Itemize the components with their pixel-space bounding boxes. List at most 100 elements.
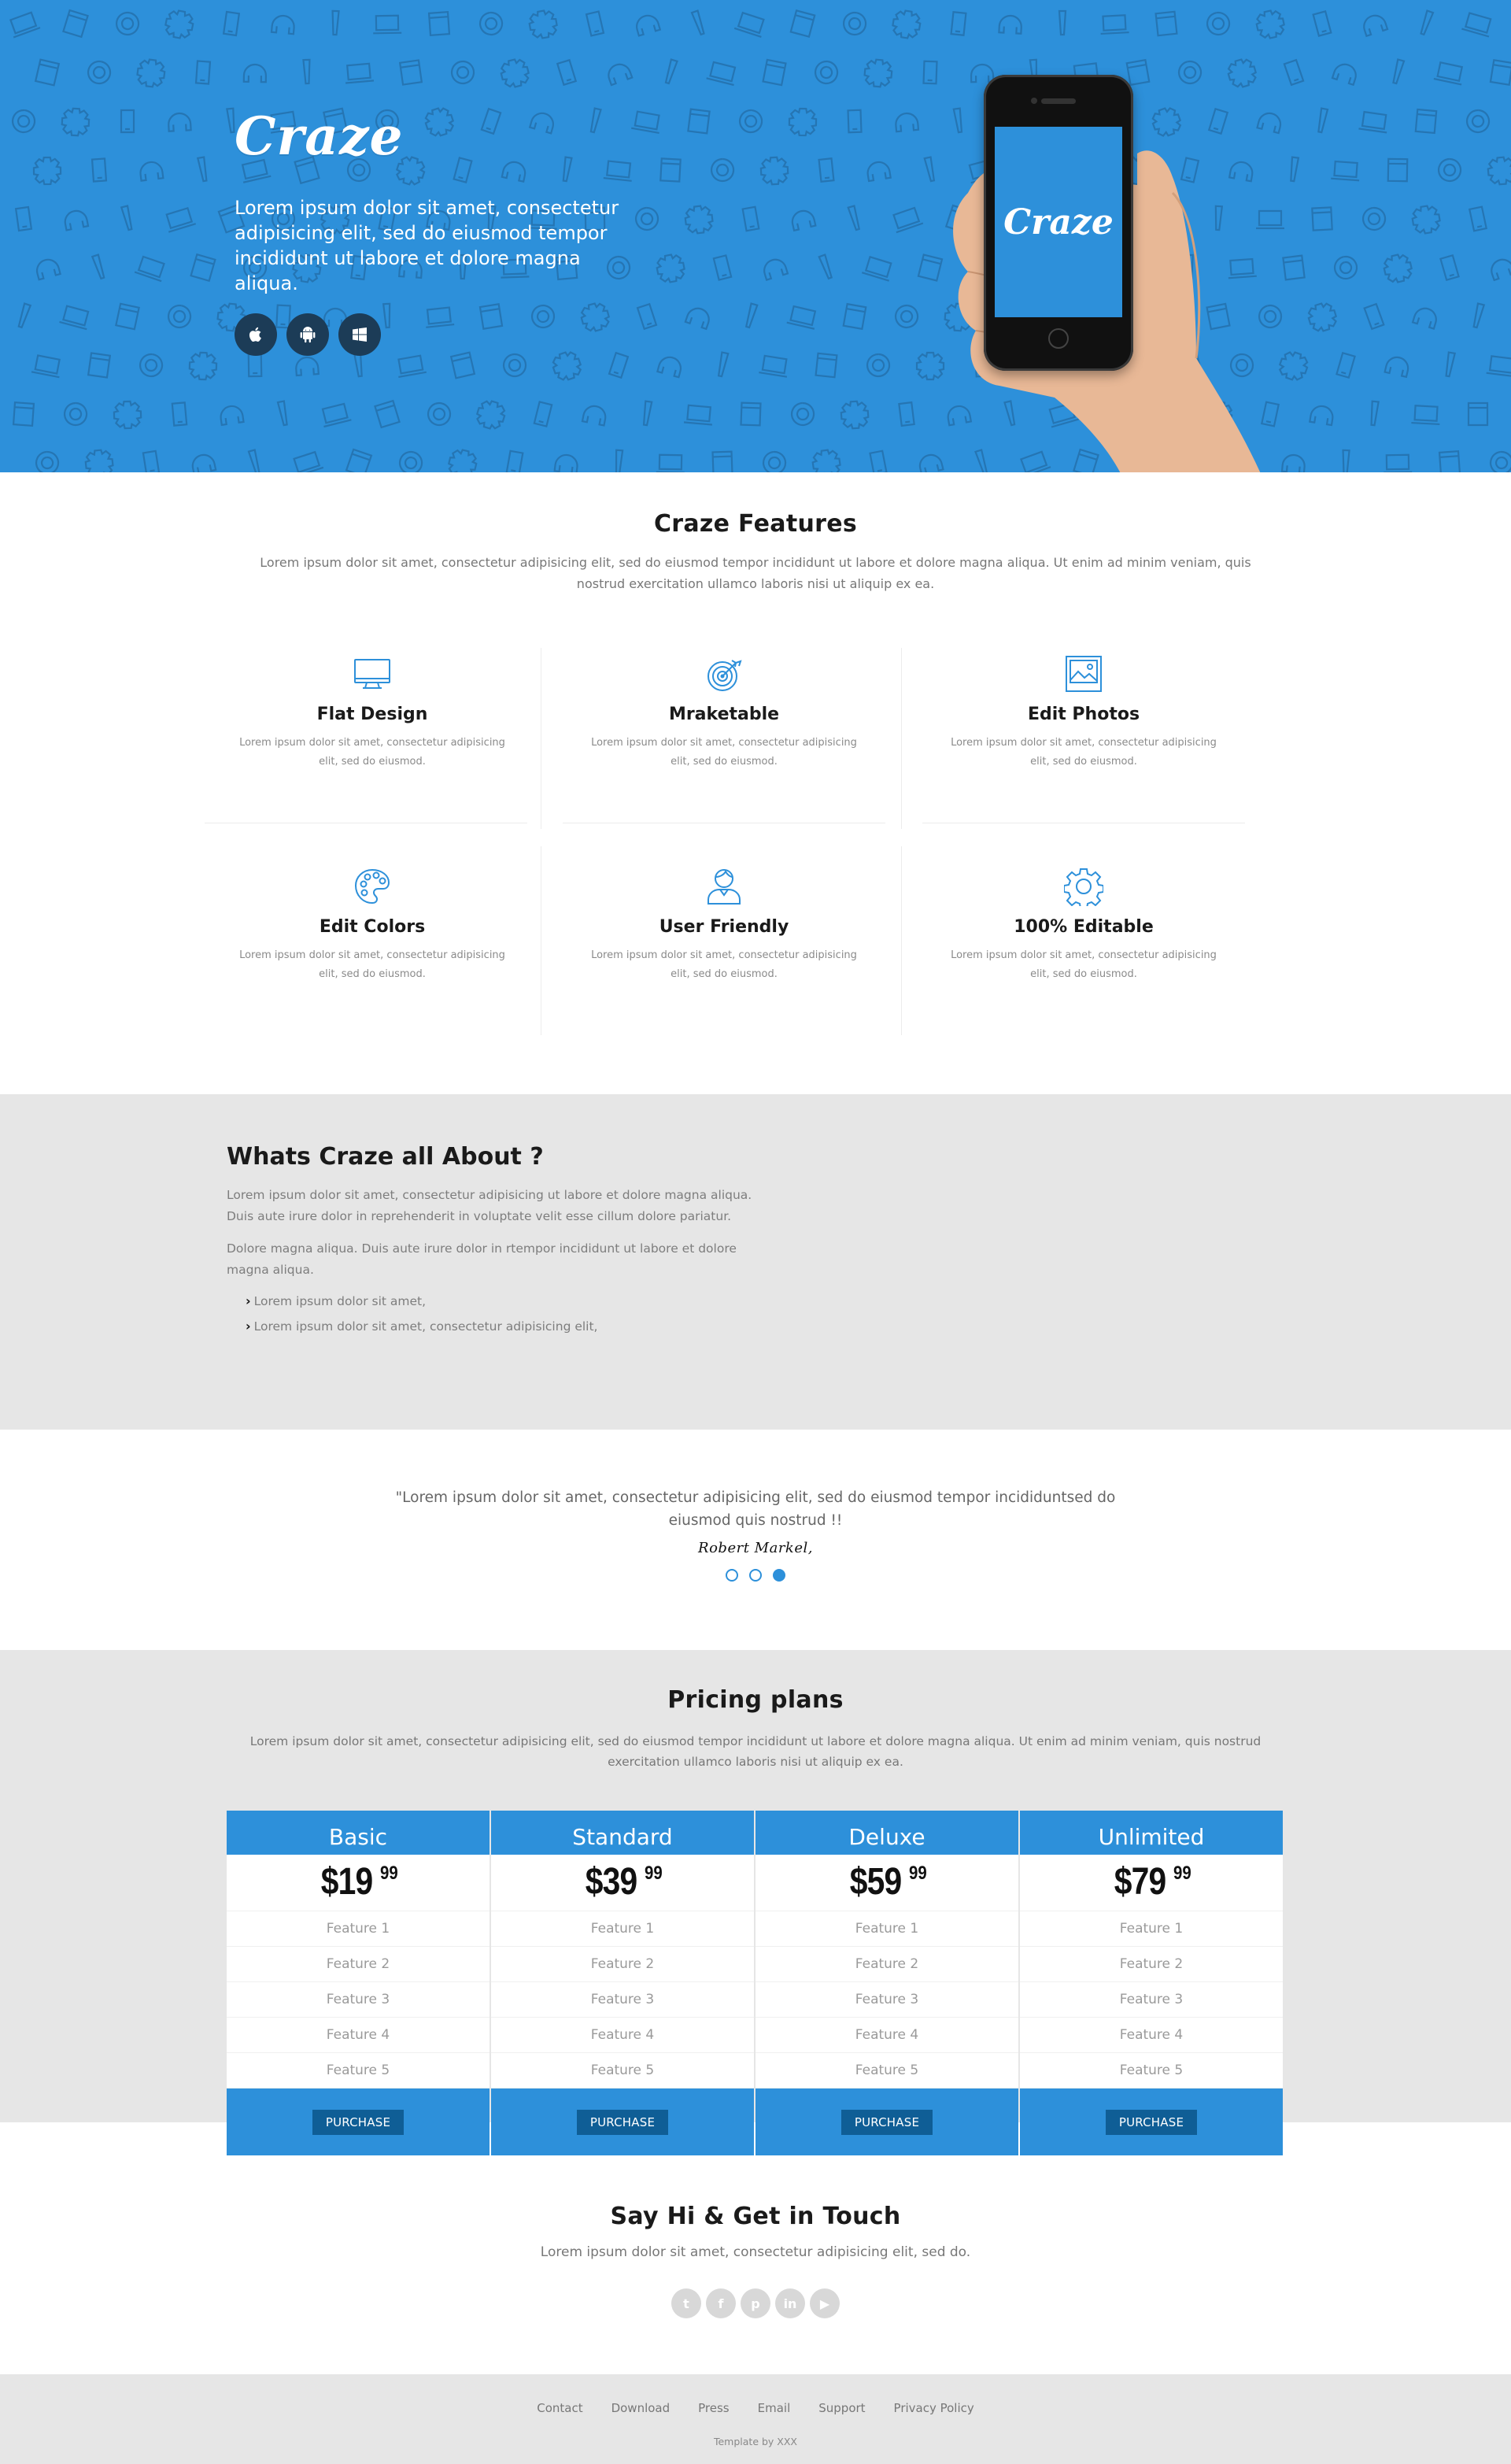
pattern-doodle (556, 58, 578, 87)
carousel-dot[interactable] (726, 1569, 738, 1582)
pattern-doodle (87, 60, 112, 85)
pattern-doodle (399, 450, 423, 472)
footer-link-contact[interactable]: Contact (537, 2401, 582, 2415)
pattern-doodle (762, 450, 787, 472)
pattern-doodle (1311, 206, 1333, 231)
pattern-doodle (759, 354, 788, 378)
pattern-doodle (847, 109, 863, 134)
plan-feature: Feature 5 (491, 2053, 754, 2088)
pattern-doodle (1307, 302, 1338, 332)
pattern-doodle (1361, 206, 1387, 231)
pattern-doodle (1489, 59, 1511, 86)
carousel-dot-active[interactable] (773, 1569, 785, 1582)
features-subtitle: Lorem ipsum dolor sit amet, consectetur … (260, 555, 1251, 591)
price-cents: 99 (1173, 1863, 1191, 1884)
youtube-icon[interactable]: ▶ (810, 2288, 840, 2318)
pattern-doodle (923, 156, 936, 183)
pattern-doodle (302, 58, 311, 85)
pattern-doodle (505, 450, 524, 472)
pattern-doodle (1486, 355, 1511, 378)
pattern-doodle (331, 9, 340, 36)
pattern-doodle (194, 60, 212, 85)
pattern-doodle (134, 255, 165, 283)
pattern-doodle (1468, 205, 1488, 232)
grid-divider (901, 648, 902, 829)
purchase-button[interactable]: PURCHASE (576, 2109, 669, 2135)
plan-feature: Feature 5 (1020, 2053, 1283, 2088)
footer-link-download[interactable]: Download (611, 2401, 671, 2415)
craze-logo[interactable]: Craze (235, 110, 644, 162)
hero-content: Craze Lorem ipsum dolor sit amet, consec… (235, 110, 644, 356)
pattern-doodle (1411, 205, 1441, 235)
feature-title: Flat Design (316, 705, 428, 724)
pattern-doodle (608, 351, 630, 379)
pattern-doodle (295, 356, 320, 377)
pattern-doodle (62, 9, 89, 39)
pattern-doodle (762, 58, 787, 87)
feature-title: User Friendly (659, 917, 789, 937)
pattern-doodle (581, 405, 607, 427)
twitter-icon[interactable]: t (671, 2288, 701, 2318)
pattern-doodle (1461, 12, 1492, 38)
pattern-doodle (656, 453, 685, 472)
plan-feature: Feature 3 (491, 1982, 754, 2018)
plan-footer: PURCHASE (1020, 2088, 1283, 2155)
pattern-doodle (353, 351, 363, 378)
apple-store-button[interactable] (235, 313, 277, 356)
purchase-button[interactable]: PURCHASE (840, 2109, 933, 2135)
purchase-button[interactable]: PURCHASE (312, 2109, 405, 2135)
pattern-doodle (840, 400, 870, 430)
contact-subtitle: Lorem ipsum dolor sit amet, consectetur … (540, 2244, 971, 2260)
pinterest-icon[interactable]: p (741, 2288, 770, 2318)
pattern-doodle (1392, 58, 1406, 85)
windows-store-button[interactable] (338, 313, 381, 356)
social-links: t f p in ▶ (0, 2288, 1511, 2318)
pattern-doodle (788, 107, 818, 137)
android-store-button[interactable] (286, 313, 329, 356)
apple-icon (249, 327, 261, 342)
pattern-doodle (1489, 450, 1511, 472)
pattern-doodle (811, 449, 841, 472)
pattern-doodle (1387, 157, 1409, 183)
pattern-doodle (863, 58, 893, 88)
gear-icon (1063, 868, 1104, 909)
pattern-doodle (220, 405, 245, 427)
plan-feature: Feature 1 (491, 1911, 754, 1947)
pricing-section: Pricing plans Lorem ipsum dolor sit amet… (0, 1650, 1511, 2155)
pattern-doodle (739, 109, 763, 134)
user-icon (707, 869, 741, 905)
pattern-doodle (17, 302, 32, 329)
pattern-doodle (690, 9, 705, 36)
purchase-button[interactable]: PURCHASE (1105, 2109, 1198, 2135)
pattern-doodle (1154, 10, 1178, 37)
pattern-doodle (373, 14, 402, 35)
pattern-doodle (950, 11, 967, 36)
pattern-doodle (321, 402, 352, 428)
pattern-doodle (171, 401, 188, 427)
pattern-doodle (818, 157, 835, 183)
footer-link-support[interactable]: Support (818, 2401, 865, 2415)
pricing-plan-unlimited: Unlimited $79 99 Feature 1 Feature 2 Feat… (1020, 1811, 1283, 2155)
pattern-doodle (11, 109, 36, 134)
pattern-doodle (869, 450, 888, 472)
pattern-doodle (374, 399, 401, 429)
carousel-dot[interactable] (749, 1569, 762, 1582)
pattern-doodle (553, 453, 578, 472)
facebook-icon[interactable]: f (706, 2288, 736, 2318)
pattern-doodle (345, 448, 373, 472)
pattern-doodle (711, 450, 733, 472)
footer-link-email[interactable]: Email (758, 2401, 791, 2415)
pattern-doodle (113, 400, 142, 430)
pattern-doodle (1411, 405, 1440, 426)
plan-feature: Feature 2 (1020, 1947, 1283, 1982)
footer-link-press[interactable]: Press (698, 2401, 729, 2415)
pattern-doodle (1100, 14, 1129, 35)
plan-feature: Feature 5 (756, 2053, 1018, 2088)
linkedin-icon[interactable]: in (775, 2288, 805, 2318)
pattern-doodle (190, 253, 216, 283)
pattern-doodle (1363, 302, 1385, 331)
phone-screen: Craze (995, 127, 1122, 317)
footer-link-privacy[interactable]: Privacy Policy (894, 2401, 974, 2415)
pattern-doodle (31, 354, 61, 379)
pattern-doodle (142, 450, 161, 472)
